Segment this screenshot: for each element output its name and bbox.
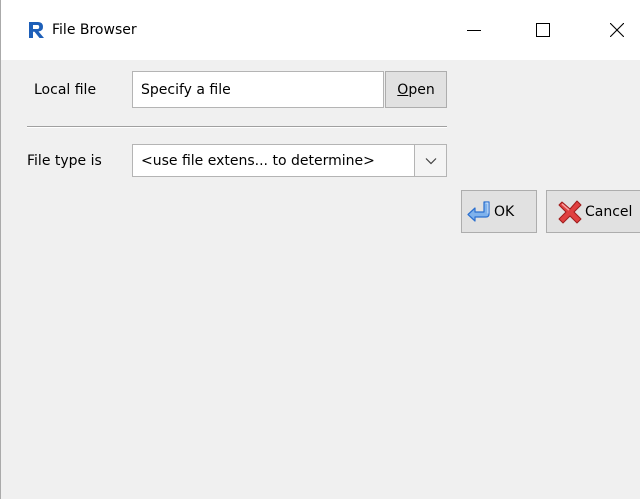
minimize-icon xyxy=(467,30,481,31)
file-type-select[interactable]: <use file extens... to determine> xyxy=(132,144,447,177)
chevron-down-icon xyxy=(425,157,436,164)
local-file-label: Local file xyxy=(34,82,97,98)
local-file-input[interactable] xyxy=(132,71,384,108)
cancel-button[interactable]: Cancel xyxy=(546,190,640,233)
r-logo-icon xyxy=(26,20,46,40)
return-arrow-icon xyxy=(467,200,490,222)
red-x-icon xyxy=(558,200,582,223)
file-type-label: File type is xyxy=(27,153,102,169)
ok-button[interactable]: OK xyxy=(461,190,537,233)
minimize-button[interactable] xyxy=(451,0,497,60)
close-icon xyxy=(610,23,624,37)
dropdown-toggle[interactable] xyxy=(414,145,446,176)
separator xyxy=(27,126,447,128)
window-title: File Browser xyxy=(52,22,137,38)
ok-label: OK xyxy=(494,203,515,220)
open-mnemonic: O xyxy=(397,81,409,98)
open-button[interactable]: Open xyxy=(385,71,447,108)
close-button[interactable] xyxy=(594,0,640,60)
maximize-button[interactable] xyxy=(520,0,566,60)
file-browser-window: File Browser Local file Open File type i… xyxy=(0,0,640,499)
open-label: pen xyxy=(408,81,435,98)
dialog-body: Local file Open File type is <use file e… xyxy=(1,60,640,499)
title-bar[interactable]: File Browser xyxy=(1,0,640,60)
maximize-icon xyxy=(536,23,550,37)
cancel-label: Cancel xyxy=(585,203,633,220)
file-type-selected-value: <use file extens... to determine> xyxy=(141,153,375,169)
